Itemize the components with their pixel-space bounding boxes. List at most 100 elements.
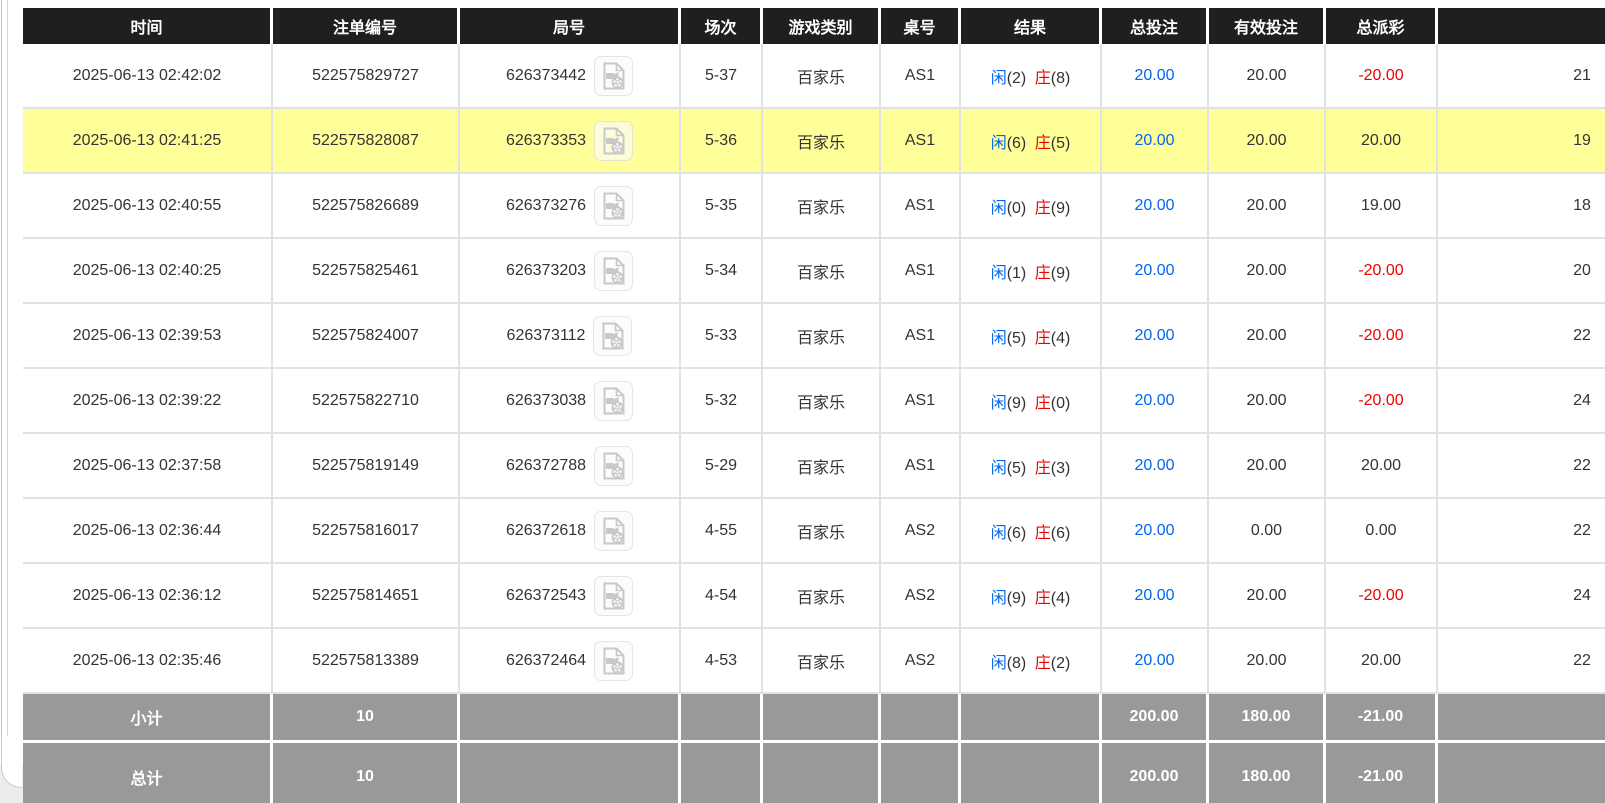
cell-balance: 24 [1438, 564, 1605, 629]
grand-total-total-payout: -21.00 [1326, 740, 1438, 803]
cell-time: 2025-06-13 02:40:25 [23, 239, 273, 304]
cell-table-no: AS2 [881, 499, 961, 564]
banker-label: 庄 [1035, 70, 1051, 87]
table-row[interactable]: 2025-06-13 02:40:55 522575826689 6263732… [23, 174, 1605, 239]
column-header-valid-bet: 有效投注 [1209, 8, 1326, 44]
column-header-time: 时间 [23, 8, 273, 44]
video-replay-button[interactable] [594, 381, 633, 421]
video-replay-button[interactable] [594, 186, 633, 226]
banker-result: 庄(4) [1035, 590, 1071, 607]
table-row[interactable]: 2025-06-13 02:35:46 522575813389 6263724… [23, 629, 1605, 694]
cell-balance: 21 [1438, 44, 1605, 109]
table-row[interactable]: 2025-06-13 02:36:12 522575814651 6263725… [23, 564, 1605, 629]
column-header-balance [1438, 8, 1605, 44]
cell-balance: 22 [1438, 304, 1605, 369]
total-bet-link[interactable]: 20.00 [1134, 262, 1174, 279]
total-bet-link[interactable]: 20.00 [1134, 652, 1174, 669]
cell-bet-id: 522575829727 [273, 44, 460, 109]
cell-time: 2025-06-13 02:37:58 [23, 434, 273, 499]
video-replay-button[interactable] [594, 121, 633, 161]
player-score: (0) [1007, 200, 1027, 217]
total-bet-link[interactable]: 20.00 [1134, 327, 1174, 344]
cell-session: 4-55 [681, 499, 763, 564]
table-row[interactable]: 2025-06-13 02:41:25 522575828087 6263733… [23, 109, 1605, 174]
cell-total-payout: 20.00 [1326, 109, 1438, 174]
total-bet-link[interactable]: 20.00 [1134, 67, 1174, 84]
banker-result: 庄(8) [1035, 70, 1071, 87]
player-result: 闲(5) [991, 330, 1027, 347]
cell-total-payout: 20.00 [1326, 434, 1438, 499]
total-bet-link[interactable]: 20.00 [1134, 132, 1174, 149]
subtotal-empty-cell [961, 694, 1102, 740]
video-file-icon [601, 322, 625, 350]
player-label: 闲 [991, 70, 1007, 87]
cell-result: 闲(9) 庄(0) [961, 369, 1102, 434]
cell-round-id: 626372464 [460, 629, 681, 694]
video-replay-button[interactable] [594, 576, 633, 616]
cell-balance: 19 [1438, 109, 1605, 174]
video-file-icon [602, 192, 626, 220]
cell-total-bet: 20.00 [1102, 369, 1209, 434]
table-row[interactable]: 2025-06-13 02:37:58 522575819149 6263727… [23, 434, 1605, 499]
grand-total-total-bet: 200.00 [1102, 740, 1209, 803]
cell-round-id: 626373353 [460, 109, 681, 174]
grand-total-empty-cell [961, 740, 1102, 803]
player-score: (6) [1007, 525, 1027, 542]
cell-bet-id: 522575814651 [273, 564, 460, 629]
banker-result: 庄(3) [1035, 460, 1071, 477]
total-bet-link[interactable]: 20.00 [1134, 457, 1174, 474]
cell-total-payout: 19.00 [1326, 174, 1438, 239]
grand-total-empty-cell [681, 740, 763, 803]
video-replay-button[interactable] [594, 511, 633, 551]
banker-label: 庄 [1035, 655, 1051, 672]
banker-score: (3) [1051, 460, 1071, 477]
video-replay-button[interactable] [594, 251, 633, 291]
cell-session: 5-37 [681, 44, 763, 109]
total-bet-link[interactable]: 20.00 [1134, 522, 1174, 539]
player-score: (5) [1007, 460, 1027, 477]
player-result: 闲(9) [991, 590, 1027, 607]
table-row[interactable]: 2025-06-13 02:39:53 522575824007 6263731… [23, 304, 1605, 369]
total-bet-link[interactable]: 20.00 [1134, 197, 1174, 214]
cell-result: 闲(9) 庄(4) [961, 564, 1102, 629]
subtotal-empty-cell [1438, 694, 1605, 740]
cell-round-id: 626373276 [460, 174, 681, 239]
banker-score: (9) [1051, 200, 1071, 217]
table-row[interactable]: 2025-06-13 02:36:44 522575816017 6263726… [23, 499, 1605, 564]
cell-balance: 22 [1438, 629, 1605, 694]
grand-total-label: 总计 [23, 740, 273, 803]
cell-valid-bet: 20.00 [1209, 239, 1326, 304]
player-score: (9) [1007, 590, 1027, 607]
total-bet-link[interactable]: 20.00 [1134, 392, 1174, 409]
total-bet-link[interactable]: 20.00 [1134, 587, 1174, 604]
table-row[interactable]: 2025-06-13 02:39:22 522575822710 6263730… [23, 369, 1605, 434]
grand-total-empty-cell [881, 740, 961, 803]
cell-game-type: 百家乐 [763, 109, 881, 174]
banker-score: (8) [1051, 70, 1071, 87]
video-replay-button[interactable] [593, 316, 632, 356]
banker-result: 庄(0) [1035, 395, 1071, 412]
player-result: 闲(0) [991, 200, 1027, 217]
cell-session: 4-53 [681, 629, 763, 694]
cell-session: 5-36 [681, 109, 763, 174]
video-replay-button[interactable] [594, 446, 633, 486]
grand-total-count: 10 [273, 740, 460, 803]
cell-bet-id: 522575826689 [273, 174, 460, 239]
cell-result: 闲(5) 庄(3) [961, 434, 1102, 499]
banker-label: 庄 [1035, 330, 1051, 347]
cell-total-bet: 20.00 [1102, 304, 1209, 369]
subtotal-empty-cell [681, 694, 763, 740]
banker-score: (6) [1051, 525, 1071, 542]
column-header-bet-id: 注单编号 [273, 8, 460, 44]
banker-score: (0) [1051, 395, 1071, 412]
video-replay-button[interactable] [594, 56, 633, 96]
cell-valid-bet: 20.00 [1209, 564, 1326, 629]
banker-result: 庄(9) [1035, 265, 1071, 282]
cell-table-no: AS1 [881, 239, 961, 304]
table-row[interactable]: 2025-06-13 02:42:02 522575829727 6263734… [23, 44, 1605, 109]
video-replay-button[interactable] [594, 641, 633, 681]
table-row[interactable]: 2025-06-13 02:40:25 522575825461 6263732… [23, 239, 1605, 304]
cell-result: 闲(8) 庄(2) [961, 629, 1102, 694]
cell-total-bet: 20.00 [1102, 564, 1209, 629]
banker-label: 庄 [1035, 265, 1051, 282]
